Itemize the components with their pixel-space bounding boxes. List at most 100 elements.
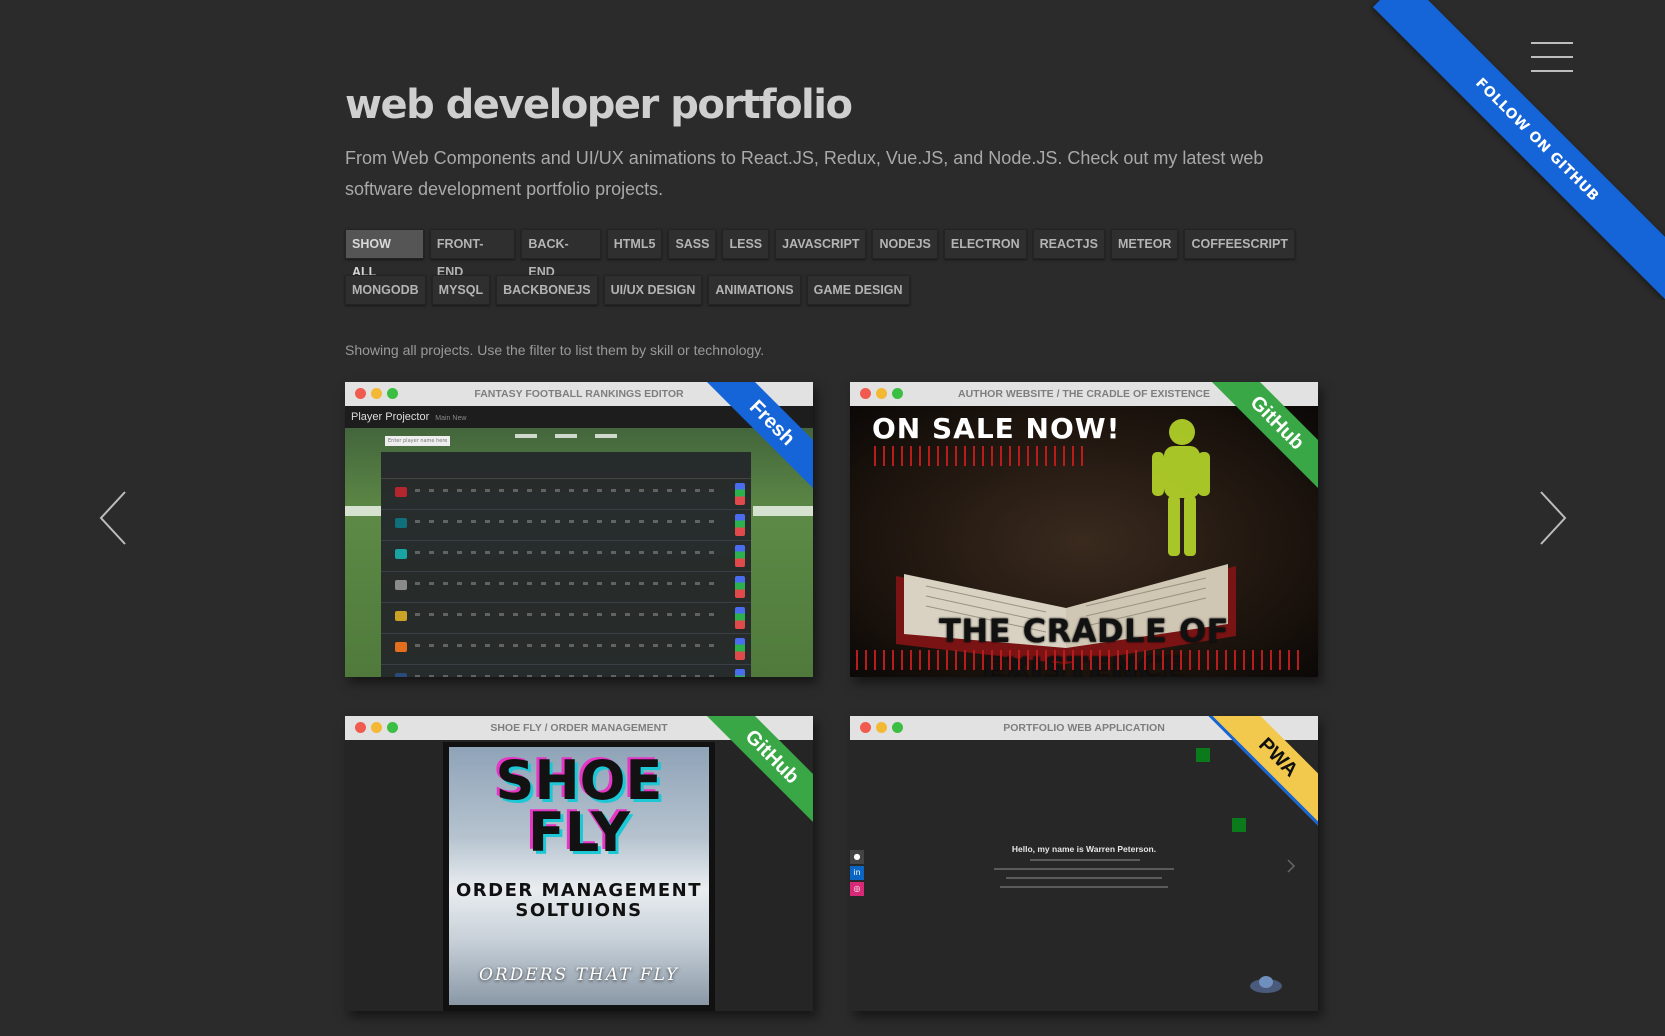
yard-line xyxy=(345,506,381,516)
spaceship-icon xyxy=(1250,976,1282,993)
yard-marker xyxy=(515,434,537,438)
table-row xyxy=(381,541,751,572)
minimize-dot-icon xyxy=(371,388,382,399)
yard-marker xyxy=(595,434,617,438)
text-line xyxy=(994,868,1174,870)
filter-game-design[interactable]: GAME DESIGN xyxy=(806,275,910,305)
fresh-badge: Fresh xyxy=(703,382,813,492)
filter-bar: SHOW ALL FRONT-END BACK-END HTML5 SASS L… xyxy=(345,229,1295,321)
social-links: ● in ◎ xyxy=(850,850,864,898)
yard-marker xyxy=(555,434,577,438)
maximize-dot-icon xyxy=(892,722,903,733)
table-header xyxy=(381,452,751,479)
chevron-right-icon xyxy=(1287,859,1296,873)
filter-backbonejs[interactable]: BACKBONEJS xyxy=(496,275,598,305)
screenshot-greeting: Hello, my name is Warren Peterson. xyxy=(1011,844,1157,854)
badge-container: Fresh xyxy=(703,382,813,492)
filter-back-end[interactable]: BACK-END xyxy=(521,229,601,279)
filter-less[interactable]: LESS xyxy=(722,229,770,259)
minimize-dot-icon xyxy=(876,388,887,399)
on-sale-headline: ON SALE NOW! xyxy=(872,412,1121,445)
filter-meteor[interactable]: METEOR xyxy=(1110,229,1179,259)
project-title: SHOE FLY / ORDER MANAGEMENT xyxy=(490,722,668,734)
maximize-dot-icon xyxy=(892,388,903,399)
project-title: AUTHOR WEBSITE / THE CRADLE OF EXISTENCE xyxy=(957,388,1210,400)
window-controls xyxy=(860,722,903,733)
chevron-right-icon xyxy=(1540,491,1567,545)
table-row xyxy=(381,510,751,541)
window-controls xyxy=(860,388,903,399)
filter-reactjs[interactable]: REACTJS xyxy=(1032,229,1105,259)
filter-ui-ux-design[interactable]: UI/UX DESIGN xyxy=(603,275,703,305)
hamburger-icon-line xyxy=(1531,42,1573,44)
instagram-icon: ◎ xyxy=(850,882,864,896)
filter-animations[interactable]: ANIMATIONS xyxy=(708,275,801,305)
filter-javascript[interactable]: JAVASCRIPT xyxy=(775,229,867,259)
table-row xyxy=(381,603,751,634)
filter-show-all[interactable]: SHOW ALL xyxy=(345,229,424,279)
blood-drip xyxy=(874,446,1084,466)
maximize-dot-icon xyxy=(387,388,398,399)
shoe-fly-poster: SHOE FLY ORDER MANAGEMENT SOLTUIONS ORDE… xyxy=(443,742,715,1011)
close-dot-icon xyxy=(860,388,871,399)
screenshot-app-name: Player Projector xyxy=(351,411,430,423)
hamburger-menu-button[interactable] xyxy=(1531,42,1573,74)
text-line xyxy=(1030,859,1140,861)
table-row xyxy=(381,665,751,677)
close-dot-icon xyxy=(860,722,871,733)
page-subtitle: From Web Components and UI/UX animations… xyxy=(345,148,1264,199)
table-row xyxy=(381,479,751,510)
project-card-portfolio-web-app[interactable]: PORTFOLIO WEB APPLICATION ● in ◎ Hello, … xyxy=(850,716,1318,1011)
next-button[interactable] xyxy=(1535,490,1569,546)
minimize-dot-icon xyxy=(876,722,887,733)
hamburger-icon-line xyxy=(1531,70,1573,72)
badge-container: GitHub xyxy=(1208,382,1318,492)
table-row xyxy=(381,634,751,665)
yard-line xyxy=(753,506,813,516)
badge-container: GitHub xyxy=(703,716,813,826)
project-title: PORTFOLIO WEB APPLICATION xyxy=(1003,722,1165,734)
github-badge: GitHub xyxy=(703,716,813,826)
github-badge: GitHub xyxy=(1208,382,1318,492)
table-row xyxy=(381,572,751,603)
glowing-figure-image xyxy=(1152,419,1210,556)
filter-sass[interactable]: SASS xyxy=(668,229,717,259)
window-controls xyxy=(355,722,398,733)
screenshot-search-field: Enter player name here xyxy=(385,436,450,446)
minimize-dot-icon xyxy=(371,722,382,733)
cloud-background: SHOE FLY ORDER MANAGEMENT SOLTUIONS ORDE… xyxy=(449,747,709,1005)
badge-container: PWA xyxy=(1208,716,1318,826)
project-card-author-website[interactable]: AUTHOR WEBSITE / THE CRADLE OF EXISTENCE xyxy=(850,382,1318,677)
filter-front-end[interactable]: FRONT-END xyxy=(429,229,516,279)
filter-mysql[interactable]: MYSQL xyxy=(431,275,491,305)
previous-button[interactable] xyxy=(97,490,131,546)
screenshot-rankings-table xyxy=(381,452,751,677)
screenshot-nav: Main New xyxy=(435,415,467,422)
maximize-dot-icon xyxy=(387,722,398,733)
filter-coffeescript[interactable]: COFFEESCRIPT xyxy=(1184,229,1295,259)
filter-nodejs[interactable]: NODEJS xyxy=(872,229,938,259)
text-line xyxy=(1000,886,1168,888)
filter-status-text: Showing all projects. Use the filter to … xyxy=(345,342,765,358)
hamburger-icon-line xyxy=(1531,56,1573,58)
close-dot-icon xyxy=(355,388,366,399)
blood-drip xyxy=(856,650,1306,670)
filter-mongodb[interactable]: MONGODB xyxy=(345,275,426,305)
text-line xyxy=(1006,877,1162,879)
filter-row: MONGODB MYSQL BACKBONEJS UI/UX DESIGN AN… xyxy=(345,275,1295,305)
window-controls xyxy=(355,388,398,399)
filter-row: SHOW ALL FRONT-END BACK-END HTML5 SASS L… xyxy=(345,229,1295,279)
project-title: FANTASY FOOTBALL RANKINGS EDITOR xyxy=(474,388,684,400)
filter-electron[interactable]: ELECTRON xyxy=(943,229,1027,259)
page-title: web developer portfolio xyxy=(345,82,853,128)
project-card-shoe-fly[interactable]: SHOE FLY / ORDER MANAGEMENT SHOE FLY ORD… xyxy=(345,716,813,1011)
pwa-badge: PWA xyxy=(1208,716,1318,826)
shoe-fly-logo-text: SHOE FLY xyxy=(495,749,663,864)
close-dot-icon xyxy=(355,722,366,733)
project-card-fantasy-football[interactable]: FANTASY FOOTBALL RANKINGS EDITOR Player … xyxy=(345,382,813,677)
follow-on-github-ribbon[interactable]: FOLLOW ON GITHUB xyxy=(1372,0,1665,300)
filter-html5[interactable]: HTML5 xyxy=(606,229,663,259)
chevron-left-icon xyxy=(99,491,126,545)
github-ribbon-container: FOLLOW ON GITHUB xyxy=(1365,0,1665,300)
linkedin-icon: in xyxy=(850,866,864,880)
